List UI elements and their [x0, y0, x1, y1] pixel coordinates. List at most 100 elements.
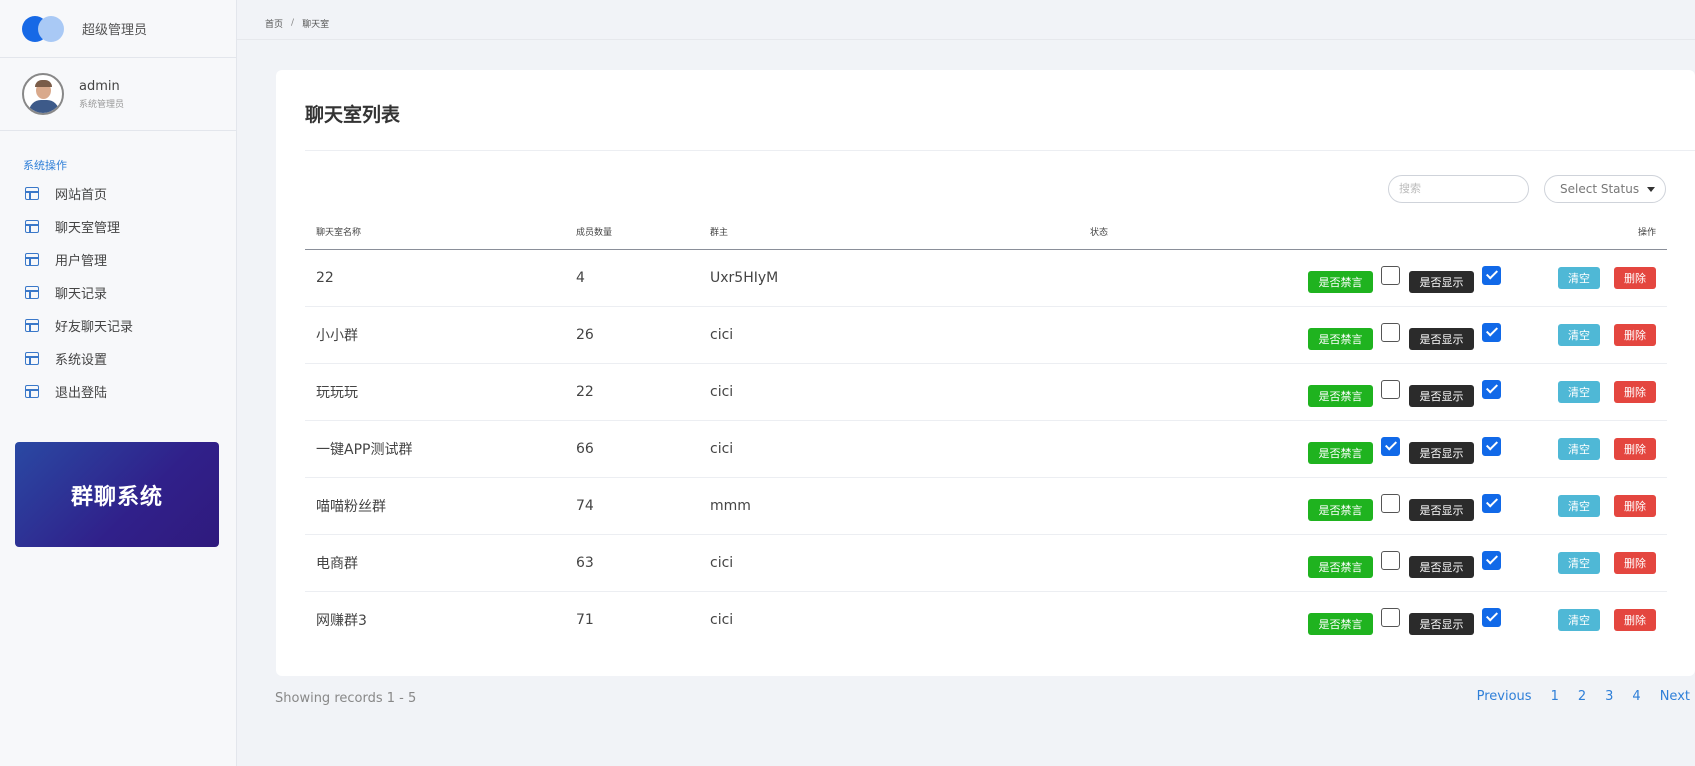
cell-owner: mmm: [699, 477, 999, 535]
clear-button[interactable]: 清空: [1558, 608, 1600, 631]
layout-icon: [25, 253, 39, 266]
show-checkbox[interactable]: [1482, 550, 1501, 570]
col-header-name: 聊天室名称: [305, 215, 565, 250]
layout-icon: [25, 220, 39, 233]
mute-toggle-button[interactable]: 是否禁言: [1308, 555, 1373, 578]
clear-button[interactable]: 清空: [1558, 551, 1600, 574]
promo-banner: 群聊系统: [15, 442, 219, 547]
sidebar-item-label: 系统设置: [55, 353, 108, 368]
show-checkbox[interactable]: [1482, 436, 1501, 456]
sidebar-item-label: 聊天室管理: [55, 221, 121, 236]
table-body: 22 4 Uxr5HIyM 是否禁言 是否显示 清空 删除 小小群 26 cici 是否禁言 是否显示…: [305, 249, 1667, 648]
table-row: 网赚群3 71 cici 是否禁言 是否显示 清空 删除: [305, 591, 1667, 648]
mute-toggle-button[interactable]: 是否禁言: [1308, 270, 1373, 293]
pager-page-2[interactable]: 2: [1578, 689, 1586, 704]
cell-room-name: 22: [305, 249, 565, 307]
table-row: 电商群 63 cici 是否禁言 是否显示 清空 删除: [305, 534, 1667, 592]
show-toggle-button[interactable]: 是否显示: [1409, 327, 1474, 350]
show-checkbox[interactable]: [1482, 607, 1501, 627]
table-header-row: 聊天室名称 成员数量 群主 状态 操作: [305, 215, 1667, 250]
brand-title: 超级管理员: [82, 23, 148, 38]
sidebar-item-label: 退出登陆: [55, 386, 108, 401]
sidebar-item-home[interactable]: 网站首页: [0, 177, 236, 210]
sidebar-item-users[interactable]: 用户管理: [0, 243, 236, 276]
sidebar-item-settings[interactable]: 系统设置: [0, 342, 236, 375]
show-checkbox[interactable]: [1482, 493, 1501, 513]
pager-page-1[interactable]: 1: [1551, 689, 1559, 704]
layout-icon: [25, 286, 39, 299]
show-toggle-button[interactable]: 是否显示: [1409, 612, 1474, 635]
cell-owner: cici: [699, 306, 999, 364]
delete-button[interactable]: 删除: [1614, 323, 1656, 346]
pager-next[interactable]: Next: [1660, 689, 1690, 704]
mute-checkbox[interactable]: [1381, 493, 1400, 513]
show-toggle-button[interactable]: 是否显示: [1409, 498, 1474, 521]
col-header-owner: 群主: [699, 215, 999, 250]
pager-page-3[interactable]: 3: [1605, 689, 1613, 704]
sidebar-item-chat-logs[interactable]: 聊天记录: [0, 276, 236, 309]
show-toggle-button[interactable]: 是否显示: [1409, 270, 1474, 293]
cell-status: 是否禁言 是否显示: [999, 249, 1501, 307]
mute-toggle-button[interactable]: 是否禁言: [1308, 612, 1373, 635]
cell-status: 是否禁言 是否显示: [999, 534, 1501, 592]
brand: 超级管理员: [0, 0, 236, 58]
mute-toggle-button[interactable]: 是否禁言: [1308, 441, 1373, 464]
status-controls: 是否禁言 是否显示: [1308, 265, 1510, 293]
cell-room-name: 网赚群3: [316, 612, 367, 629]
clear-button[interactable]: 清空: [1558, 266, 1600, 289]
cell-owner: cici: [710, 611, 734, 628]
status-controls: 是否禁言 是否显示: [1308, 493, 1510, 521]
status-controls: 是否禁言 是否显示: [1308, 436, 1510, 464]
logo-icon: [22, 15, 66, 42]
status-controls: 是否禁言 是否显示: [1308, 322, 1510, 350]
mute-checkbox[interactable]: [1381, 607, 1400, 627]
show-checkbox[interactable]: [1482, 265, 1501, 285]
show-checkbox[interactable]: [1482, 322, 1501, 342]
pager-page-4[interactable]: 4: [1632, 689, 1640, 704]
delete-button[interactable]: 删除: [1614, 380, 1656, 403]
mute-toggle-button[interactable]: 是否禁言: [1308, 498, 1373, 521]
mute-checkbox[interactable]: [1381, 322, 1400, 342]
mute-checkbox[interactable]: [1381, 265, 1400, 285]
cell-owner: cici: [699, 363, 999, 421]
clear-button[interactable]: 清空: [1558, 437, 1600, 460]
mute-toggle-button[interactable]: 是否禁言: [1308, 384, 1373, 407]
mute-checkbox[interactable]: [1381, 436, 1400, 456]
sidebar-item-chatrooms[interactable]: 聊天室管理: [0, 210, 236, 243]
mute-checkbox[interactable]: [1381, 379, 1400, 399]
show-toggle-button[interactable]: 是否显示: [1409, 441, 1474, 464]
layout-icon: [25, 319, 39, 332]
clear-button[interactable]: 清空: [1558, 380, 1600, 403]
mute-toggle-button[interactable]: 是否禁言: [1308, 327, 1373, 350]
breadcrumb-home[interactable]: 首页: [265, 17, 283, 30]
delete-button[interactable]: 删除: [1614, 266, 1656, 289]
clear-button[interactable]: 清空: [1558, 494, 1600, 517]
delete-button[interactable]: 删除: [1614, 551, 1656, 574]
sidebar-item-friend-chat-logs[interactable]: 好友聊天记录: [0, 309, 236, 342]
cell-owner: cici: [699, 420, 999, 478]
show-checkbox[interactable]: [1482, 379, 1501, 399]
layout-icon: [25, 187, 39, 200]
cell-owner: cici: [699, 534, 999, 592]
show-toggle-button[interactable]: 是否显示: [1409, 384, 1474, 407]
pager-previous[interactable]: Previous: [1477, 689, 1532, 704]
sidebar-item-logout[interactable]: 退出登陆: [0, 375, 236, 408]
caret-down-icon: [1647, 187, 1655, 192]
delete-button[interactable]: 删除: [1614, 608, 1656, 631]
cell-status: 是否禁言 是否显示: [999, 420, 1501, 478]
cell-status: 是否禁言 是否显示: [999, 477, 1501, 535]
clear-button[interactable]: 清空: [1558, 323, 1600, 346]
breadcrumb-separator: /: [291, 18, 295, 28]
search-input[interactable]: [1388, 175, 1529, 203]
show-toggle-button[interactable]: 是否显示: [1409, 555, 1474, 578]
mute-checkbox[interactable]: [1381, 550, 1400, 570]
col-header-actions: 操作: [1199, 215, 1667, 250]
status-select[interactable]: Select Status: [1544, 175, 1666, 203]
delete-button[interactable]: 删除: [1614, 437, 1656, 460]
delete-button[interactable]: 删除: [1614, 494, 1656, 517]
cell-member-count: 63: [565, 534, 699, 592]
status-select-value: Select Status: [1560, 182, 1640, 196]
sidebar-item-label: 网站首页: [55, 188, 108, 203]
table-row: 玩玩玩 22 cici 是否禁言 是否显示 清空 删除: [305, 363, 1667, 421]
table-row: 喵喵粉丝群 74 mmm 是否禁言 是否显示 清空 删除: [305, 477, 1667, 535]
